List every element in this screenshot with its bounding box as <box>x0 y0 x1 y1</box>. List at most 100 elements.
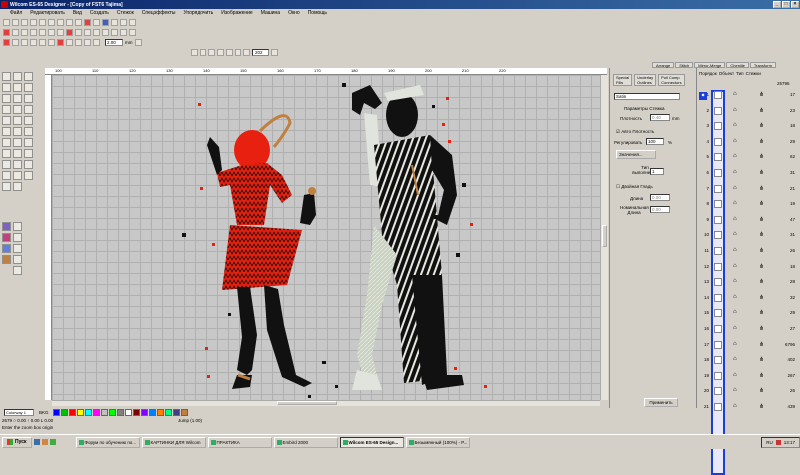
design-canvas[interactable] <box>52 75 600 400</box>
stitch-player-icon[interactable] <box>84 19 91 26</box>
task-wilcom[interactable]: Wilcom ES-65 Design... <box>339 436 404 448</box>
show-stitches-icon[interactable] <box>93 19 100 26</box>
length-input[interactable]: 0.00 <box>650 194 670 201</box>
color-swatch[interactable] <box>76 409 84 416</box>
sequence-row[interactable]: 15 ⌂ ⋔ 29 <box>697 308 800 320</box>
color-swatch[interactable] <box>68 409 76 416</box>
lettering-icon[interactable] <box>2 116 11 125</box>
tab-underlay[interactable]: Underlay Outlines <box>634 74 657 86</box>
outline-offset-icon[interactable] <box>13 233 22 242</box>
stitch-length-input[interactable]: 2.00 <box>105 39 123 46</box>
sequence-row[interactable]: 12 ⌂ ⋔ 18 <box>697 262 800 274</box>
minimize-button[interactable]: _ <box>773 1 781 8</box>
tie-in-icon[interactable] <box>111 29 118 36</box>
tab-pull-comp[interactable]: Pull Comp Connectors <box>658 74 685 86</box>
nominal-length-input[interactable]: 0.00 <box>650 206 670 213</box>
adjust-input[interactable]: 100 <box>646 138 664 145</box>
horizontal-scroll-thumb[interactable] <box>277 401 337 405</box>
monogram-icon[interactable] <box>13 116 22 125</box>
trim-icon[interactable] <box>102 29 109 36</box>
flip-icon[interactable] <box>13 222 22 231</box>
sequence-row[interactable]: 10 ⌂ ⋔ 31 <box>697 230 800 242</box>
values-button[interactable]: Значения... <box>616 150 656 159</box>
copy-icon[interactable] <box>48 19 55 26</box>
ungroup-icon[interactable] <box>21 29 28 36</box>
photo-flash-icon[interactable] <box>2 160 11 169</box>
paste-icon[interactable] <box>57 19 64 26</box>
sequence-row[interactable]: 4 ⌂ ⋔ 29 <box>697 137 800 149</box>
quick-launch-icon[interactable] <box>41 439 48 445</box>
sequence-row[interactable]: 16 ⌂ ⋔ 27 <box>697 324 800 336</box>
node-icon[interactable] <box>24 72 33 81</box>
color-swatch[interactable] <box>84 409 92 416</box>
zoom-dropdown-icon[interactable] <box>271 49 278 56</box>
column-icon[interactable] <box>84 39 91 46</box>
menu-stitch[interactable]: Стежок <box>117 10 134 16</box>
palette-c-icon[interactable] <box>2 244 11 253</box>
outline-icon[interactable] <box>13 72 22 81</box>
menu-edit[interactable]: Редактировать <box>30 10 65 16</box>
sequence-row[interactable]: 7 ⌂ ⋔ 21 <box>697 184 800 196</box>
fill-holes-icon[interactable] <box>2 127 11 136</box>
break-apart-icon[interactable] <box>13 266 22 275</box>
tatami-icon[interactable] <box>39 39 46 46</box>
color-swatch[interactable] <box>140 409 148 416</box>
sequence-row[interactable]: 18 ⌂ ⋔ 402 <box>697 355 800 367</box>
open-icon[interactable] <box>12 19 19 26</box>
blackwork-icon[interactable] <box>13 138 22 147</box>
menu-arrange[interactable]: Упорядочить <box>183 10 213 16</box>
sequence-row[interactable]: 1 ⌂ ⋔ 17 <box>697 90 800 102</box>
sequence-row[interactable]: 19 ⌂ ⋔ 267 <box>697 371 800 383</box>
color-swatch[interactable] <box>116 409 124 416</box>
trace-icon[interactable] <box>2 138 11 147</box>
zoom-in-icon[interactable] <box>191 49 198 56</box>
complex-fill-icon[interactable] <box>93 39 100 46</box>
maximize-button[interactable]: □ <box>782 1 790 8</box>
vertical-scroll-thumb[interactable] <box>602 225 607 247</box>
closed-object-icon[interactable] <box>13 83 22 92</box>
sequence-row[interactable]: 3 ⌂ ⋔ 18 <box>697 121 800 133</box>
menu-create[interactable]: Создать <box>90 10 109 16</box>
language-indicator[interactable]: RU <box>766 440 773 445</box>
palette-d-icon[interactable] <box>2 255 11 264</box>
sequence-row[interactable]: 11 ⌂ ⋔ 26 <box>697 246 800 258</box>
fill-icon[interactable] <box>48 39 55 46</box>
fill-type-select[interactable]: Satin <box>614 93 680 100</box>
sequence-row[interactable]: 8 ⌂ ⋔ 19 <box>697 199 800 211</box>
cut-icon[interactable] <box>39 19 46 26</box>
color-swatch[interactable] <box>92 409 100 416</box>
menu-image[interactable]: Изображение <box>221 10 253 16</box>
weld-icon[interactable] <box>13 255 22 264</box>
color-swatch[interactable] <box>156 409 164 416</box>
colorway-select[interactable]: Colorway 1 <box>4 409 34 416</box>
cross-stitch-icon[interactable] <box>24 138 33 147</box>
menu-machine[interactable]: Машина <box>261 10 280 16</box>
save-icon[interactable] <box>21 19 28 26</box>
color-swatch[interactable] <box>108 409 116 416</box>
run-icon[interactable] <box>12 39 19 46</box>
close-button[interactable]: × <box>791 1 799 8</box>
mirror-horizontal-icon[interactable] <box>66 29 73 36</box>
show-grid-icon[interactable] <box>120 19 127 26</box>
task-paint[interactable]: Безымянный (100%) - P... <box>405 436 470 448</box>
double-satin-checkbox[interactable]: ☐ Двойная Гладь <box>616 184 653 190</box>
sequence-tab-type[interactable]: Тип <box>736 71 744 76</box>
zoom-factor-input[interactable]: 202 <box>252 49 270 56</box>
rectangle-icon[interactable] <box>13 105 22 114</box>
palette-a-icon[interactable] <box>2 222 11 231</box>
tab-special-fills[interactable]: Special Fills <box>613 74 633 86</box>
sequence-row[interactable]: 9 ⌂ ⋔ 47 <box>697 215 800 227</box>
stitch-length-spin-icon[interactable] <box>134 39 142 46</box>
column-b-icon[interactable] <box>24 94 33 103</box>
task-pictures[interactable]: КАРТИНКИ ДЛЯ Wilcom <box>141 436 206 448</box>
zoom-fit-icon[interactable] <box>225 49 233 56</box>
measure-icon[interactable] <box>2 149 11 158</box>
palette-b-icon[interactable] <box>2 233 11 242</box>
open-object-icon[interactable] <box>24 83 33 92</box>
menu-file[interactable]: Файл <box>10 10 22 16</box>
show-images-icon[interactable] <box>111 19 118 26</box>
quick-launch-icon[interactable] <box>49 439 56 445</box>
wave-icon[interactable] <box>13 171 22 180</box>
triple-run-icon[interactable] <box>21 39 28 46</box>
align-left-icon[interactable] <box>39 29 46 36</box>
